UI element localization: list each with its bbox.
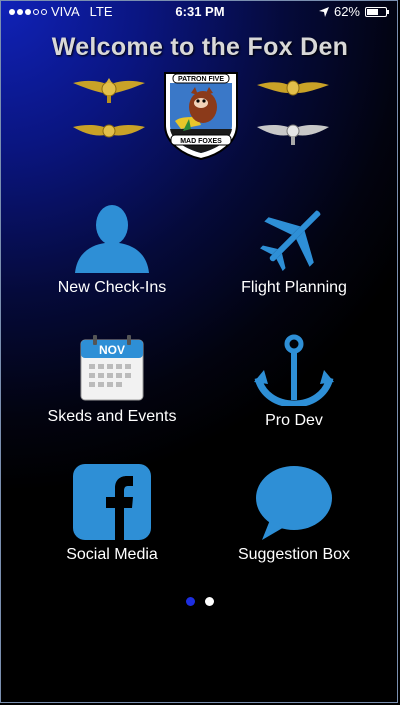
social-media-button[interactable]: Social Media	[22, 464, 202, 564]
page-dot-1[interactable]	[186, 597, 195, 606]
suggestion-box-label: Suggestion Box	[237, 546, 351, 563]
anchor-icon	[254, 334, 334, 406]
gold-wings-insignia-icon	[257, 80, 329, 96]
facebook-icon	[73, 464, 151, 540]
crest-bottom-text: MAD FOXES	[180, 138, 222, 145]
skeds-events-label: Skeds and Events	[47, 408, 177, 425]
new-checkins-label: New Check-Ins	[57, 279, 167, 296]
gold-wings-insignia-icon	[73, 78, 145, 103]
silver-wings-insignia-icon	[257, 124, 329, 145]
page-title: Welcome to the Fox Den	[51, 33, 349, 61]
skeds-events-button[interactable]: NOV Skeds and Events	[22, 334, 202, 426]
app-screen: VIVA LTE 6:31 PM 62% Welcome to the Fox …	[0, 0, 398, 703]
battery-icon	[365, 6, 389, 17]
crest-top-text: PATRON FIVE	[178, 76, 224, 83]
speech-bubble-icon	[256, 466, 332, 540]
squadron-crest-logo: PATRON FIVE MAD FOXES	[161, 69, 241, 161]
pro-dev-label: Pro Dev	[265, 412, 323, 429]
status-right: 62%	[318, 4, 389, 19]
suggestion-box-button[interactable]: Suggestion Box	[204, 464, 384, 564]
calendar-icon: NOV	[80, 335, 144, 401]
calendar-month: NOV	[99, 343, 125, 357]
person-icon	[75, 205, 149, 273]
page-dot-2[interactable]	[205, 597, 214, 606]
battery-percent: 62%	[333, 4, 360, 19]
status-bar: VIVA LTE 6:31 PM 62%	[1, 1, 397, 21]
social-media-label: Social Media	[66, 546, 158, 563]
flight-planning-label: Flight Planning	[241, 279, 347, 296]
flight-planning-button[interactable]: Flight Planning	[204, 201, 384, 297]
airplane-icon	[260, 210, 321, 271]
gold-wings-insignia-icon	[73, 124, 145, 138]
pro-dev-button[interactable]: Pro Dev	[204, 334, 384, 430]
new-checkins-button[interactable]: New Check-Ins	[22, 201, 202, 297]
location-arrow-icon	[318, 6, 329, 17]
page-indicator[interactable]	[1, 597, 397, 606]
